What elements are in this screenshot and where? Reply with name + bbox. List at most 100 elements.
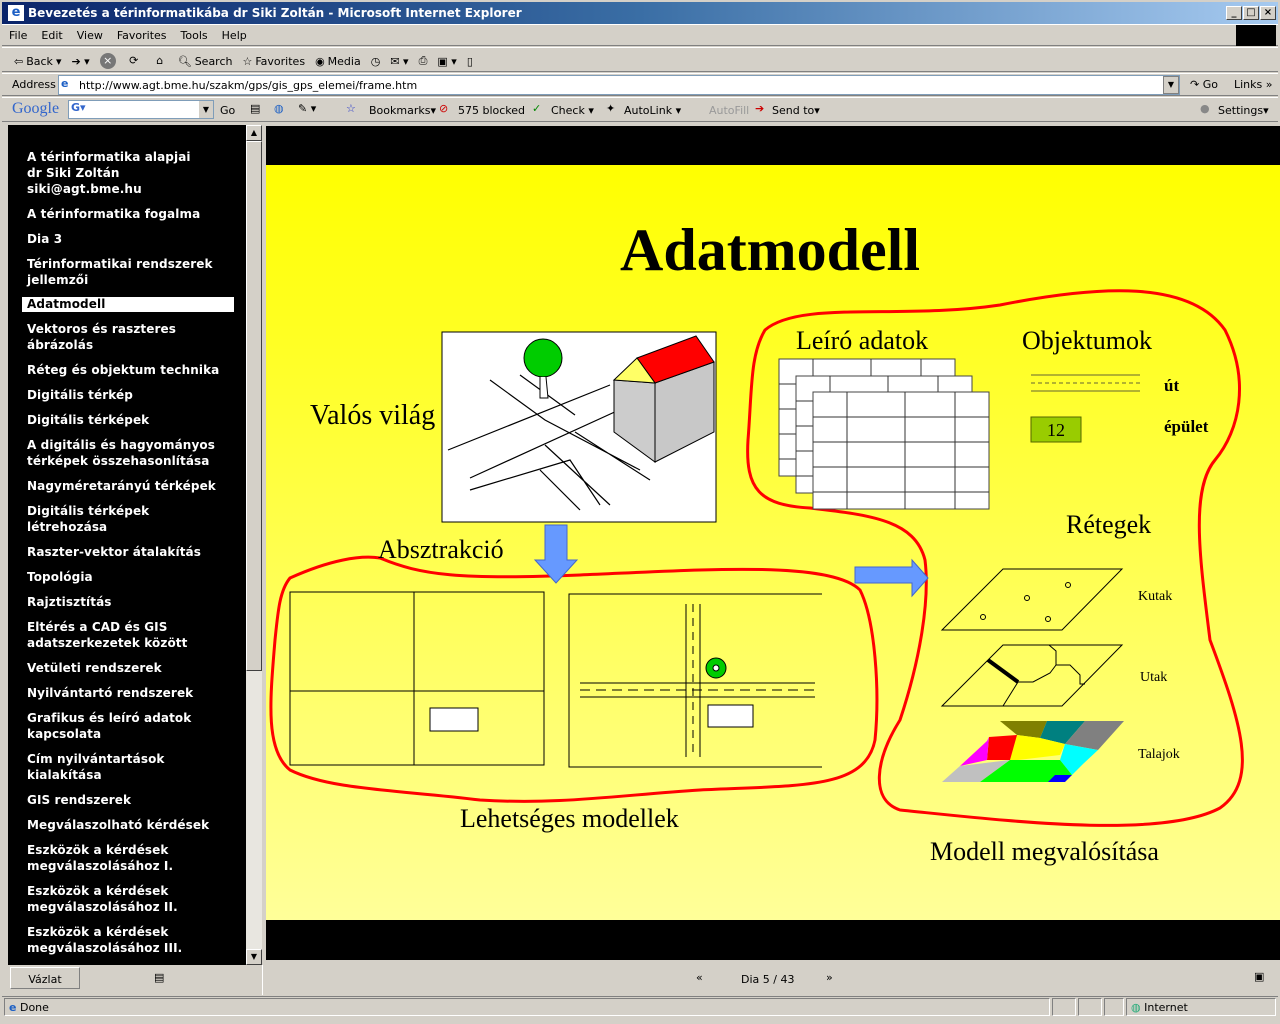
home-button[interactable]: ⌂ — [152, 51, 168, 71]
outline-item[interactable]: Eszközök a kérdések megválaszolásához II… — [22, 924, 234, 956]
globe-icon: ◍ — [1131, 1001, 1141, 1014]
menu-edit[interactable]: Edit — [34, 25, 69, 42]
address-input[interactable]: e http://www.agt.bme.hu/szakm/gps/gis_gp… — [58, 75, 1180, 95]
outline-item[interactable]: Digitális térkép — [22, 387, 234, 403]
close-button[interactable]: × — [1260, 6, 1276, 20]
edit-icon: ▣ ▾ — [437, 54, 457, 68]
check-button[interactable]: Check ▾ — [551, 104, 594, 117]
minimize-button[interactable]: _ — [1226, 6, 1242, 20]
print-button[interactable]: ⎙ — [419, 51, 428, 71]
outline-item[interactable]: Topológia — [22, 569, 234, 585]
outline-item[interactable]: Grafikus és leíró adatok kapcsolata — [22, 710, 234, 742]
next-slide-button[interactable]: » — [826, 971, 833, 984]
slide-canvas: Adatmodell Valós világ Absztrakció Lehet… — [266, 165, 1280, 920]
address-label: Address — [12, 78, 56, 91]
attribute-tables-illustration — [778, 358, 990, 510]
outline-item[interactable]: Térinformatikai rendszerek jellemzői — [22, 256, 234, 288]
outline-item[interactable]: Nagyméretarányú térképek — [22, 478, 234, 494]
sendto-icon: ➔ — [755, 102, 765, 115]
autolink-button[interactable]: AutoLink ▾ — [624, 104, 681, 117]
outline-item[interactable]: Rajztisztítás — [22, 594, 234, 610]
media-button[interactable]: ◉ Media — [315, 51, 361, 71]
menu-view[interactable]: View — [70, 25, 110, 42]
highlighter-icon[interactable]: ✎ ▾ — [298, 102, 316, 115]
home-icon: ⌂ — [156, 54, 164, 67]
outline-item[interactable]: GIS rendszerek — [22, 792, 234, 808]
news-icon[interactable]: ▤ — [250, 102, 260, 115]
menu-file[interactable]: File — [2, 25, 34, 42]
stop-button[interactable]: × — [99, 51, 116, 71]
messenger-button[interactable]: ▯ — [467, 51, 473, 71]
page-icon: e — [61, 77, 69, 90]
outline-item[interactable]: Raszter-vektor átalakítás — [22, 544, 234, 560]
outline-item[interactable]: A térinformatika fogalma — [22, 206, 234, 222]
outline-item[interactable]: A térinformatika alapjai dr Siki Zoltán … — [22, 149, 234, 197]
popup-blocked-count[interactable]: 575 blocked — [458, 104, 525, 117]
mail-button[interactable]: ✉ ▾ — [390, 51, 408, 71]
go-button[interactable]: ↷ Go — [1190, 78, 1218, 91]
slideshow-icon[interactable]: ▣ — [1254, 970, 1264, 983]
maximize-button[interactable]: □ — [1243, 6, 1259, 20]
title-bar: e Bevezetés a térinformatikába dr Siki Z… — [0, 0, 1280, 24]
real-world-label: Valós világ — [310, 400, 435, 431]
sendto-button[interactable]: Send to▾ — [772, 104, 820, 117]
outline-item[interactable]: Eltérés a CAD és GIS adatszerkezetek köz… — [22, 619, 234, 651]
outline-item[interactable]: Cím nyilvántartások kialakítása — [22, 751, 234, 783]
outline-item[interactable]: Réteg és objektum technika — [22, 362, 234, 378]
model-implementation-label: Modell megvalósítása — [930, 837, 1159, 866]
google-go-button[interactable]: Go — [220, 104, 235, 117]
expand-outline-icon[interactable]: ▤ — [154, 971, 164, 984]
media-icon: ◉ — [315, 54, 325, 68]
outline-item[interactable]: Digitális térképek létrehozása — [22, 503, 234, 535]
refresh-button[interactable]: ⟳ — [126, 51, 142, 71]
wells-label: Kutak — [1138, 589, 1172, 604]
bookmarks-star-icon: ☆ — [346, 102, 356, 115]
favorites-icon: ☆ — [242, 54, 253, 68]
autofill-button[interactable]: AutoFill — [709, 104, 749, 117]
outline-item[interactable]: Vektoros és raszteres ábrázolás — [22, 321, 234, 353]
history-button[interactable]: ◷ — [371, 51, 381, 71]
real-world-illustration — [441, 331, 717, 523]
outline-item[interactable]: Vetületi rendszerek — [22, 660, 234, 676]
scroll-thumb[interactable] — [246, 141, 262, 671]
status-text: e Done — [4, 998, 1050, 1016]
scroll-up-button[interactable]: ▲ — [246, 125, 262, 141]
settings-button[interactable]: Settings▾ — [1218, 104, 1269, 117]
outline-item[interactable]: Nyilvántartó rendszerek — [22, 685, 234, 701]
google-search-input[interactable]: G▾ ▼ — [68, 100, 214, 119]
address-dropdown-button[interactable]: ▼ — [1163, 76, 1179, 94]
ie-logo-icon: e — [8, 5, 24, 21]
links-button[interactable]: Links » — [1234, 78, 1273, 91]
layers-label: Rétegek — [1066, 510, 1151, 539]
tree-icon — [523, 338, 563, 378]
scroll-down-button[interactable]: ▼ — [246, 949, 262, 965]
globe-icon[interactable]: ◍ — [274, 102, 284, 115]
outline-item[interactable]: Adatmodell — [22, 297, 234, 312]
objects-label: Objektumok — [1022, 326, 1152, 355]
favorites-button[interactable]: ☆ Favorites — [242, 51, 305, 71]
edit-button[interactable]: ▣ ▾ — [437, 51, 456, 71]
settings-icon: ● — [1200, 102, 1210, 115]
bookmarks-button[interactable]: Bookmarks▾ — [369, 104, 436, 117]
security-zone: ◍ Internet — [1126, 998, 1276, 1016]
spellcheck-icon: ✓ — [532, 102, 542, 115]
back-button[interactable]: ⇦ Back ▾ — [14, 51, 61, 71]
outline-item[interactable]: Eszközök a kérdések megválaszolásához I. — [22, 842, 234, 874]
forward-button[interactable]: ➔ ▾ — [71, 51, 89, 71]
outline-scrollbar[interactable]: ▲ ▼ — [246, 125, 262, 965]
menu-tools[interactable]: Tools — [174, 25, 215, 42]
outline-item[interactable]: Eszközök a kérdések megválaszolásához II… — [22, 883, 234, 915]
standard-toolbar: ⇦ Back ▾ ➔ ▾ × ⟳ ⌂ 🔍︎ Search ☆ Favorites ◉ M… — [2, 47, 1278, 72]
menu-favorites[interactable]: Favorites — [110, 25, 174, 42]
previous-slide-button[interactable]: « — [696, 971, 703, 984]
search-button[interactable]: 🔍︎ Search — [178, 51, 233, 71]
outline-item[interactable]: A digitális és hagyományos térképek össz… — [22, 437, 234, 469]
google-logo: Google — [12, 100, 60, 117]
outline-button[interactable]: Vázlat — [10, 967, 80, 989]
outline-item[interactable]: Dia 3 — [22, 231, 234, 247]
outline-item[interactable]: Digitális térképek — [22, 412, 234, 428]
menu-help[interactable]: Help — [215, 25, 254, 42]
descriptive-data-label: Leíró adatok — [796, 326, 928, 355]
address-bar: Address e http://www.agt.bme.hu/szakm/gp… — [2, 73, 1278, 96]
outline-item[interactable]: Megválaszolható kérdések — [22, 817, 234, 833]
